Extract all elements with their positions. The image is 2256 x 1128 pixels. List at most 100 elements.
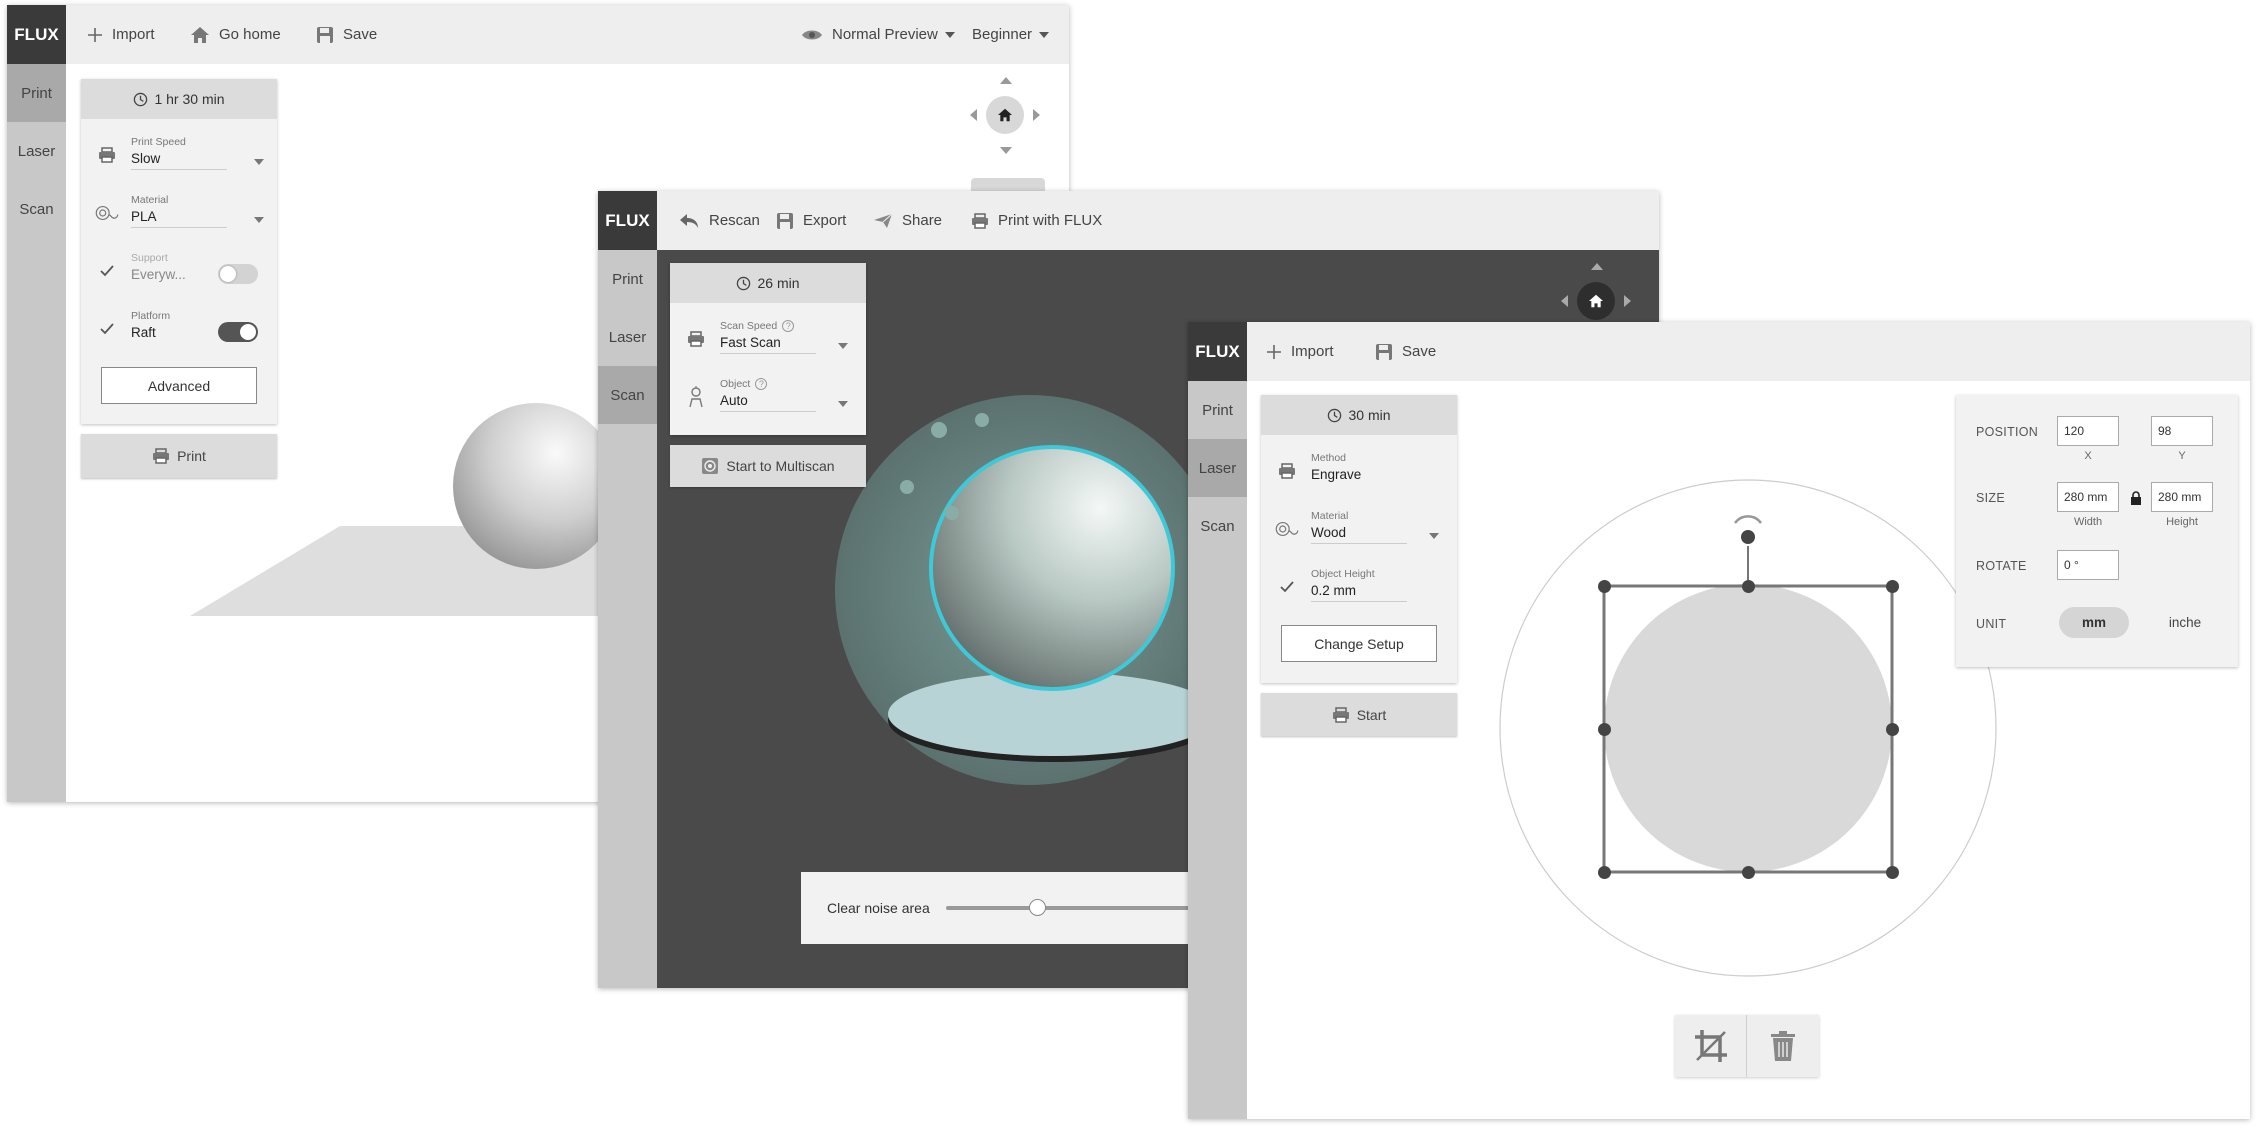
advanced-button[interactable]: Advanced bbox=[101, 367, 257, 404]
sidebar: Print Laser Scan bbox=[598, 250, 657, 988]
delete-button[interactable] bbox=[1747, 1015, 1819, 1077]
chevron-down-icon bbox=[1429, 533, 1439, 539]
arrow-up-icon[interactable] bbox=[1591, 263, 1603, 270]
filament-icon bbox=[95, 201, 119, 225]
resize-handle-w[interactable] bbox=[1597, 722, 1611, 736]
resize-handle-nw[interactable] bbox=[1597, 579, 1611, 593]
arrow-right-icon[interactable] bbox=[1624, 295, 1631, 307]
scan-speed-value: Fast Scan bbox=[720, 335, 816, 354]
save-button[interactable]: Save bbox=[316, 5, 377, 64]
target-icon bbox=[702, 458, 719, 474]
arrow-right-icon[interactable] bbox=[1033, 109, 1040, 121]
undo-arrow-icon bbox=[680, 213, 698, 228]
print-speed-select[interactable]: Print Speed Slow bbox=[81, 129, 277, 187]
import-button[interactable]: Import bbox=[1266, 322, 1334, 381]
object-value: Auto bbox=[720, 393, 816, 412]
noise-slider-handle[interactable] bbox=[1028, 899, 1046, 916]
platform-value: Raft bbox=[131, 325, 156, 340]
object-toolbar bbox=[1675, 1015, 1819, 1077]
object-figure-icon bbox=[684, 385, 708, 409]
arrow-down-icon[interactable] bbox=[1000, 147, 1012, 154]
floppy-icon bbox=[777, 212, 793, 229]
resize-handle-s[interactable] bbox=[1741, 865, 1755, 879]
height-input[interactable]: 280 mm bbox=[2151, 482, 2213, 512]
resize-handle-n[interactable] bbox=[1741, 579, 1755, 593]
sidebar-item-laser[interactable]: Laser bbox=[7, 122, 66, 180]
arrow-left-icon[interactable] bbox=[1561, 295, 1568, 307]
height-label: Height bbox=[2166, 516, 2198, 528]
object-height-field[interactable]: Object Height 0.2 mm bbox=[1261, 561, 1457, 619]
paper-plane-icon bbox=[874, 213, 893, 228]
arrow-up-icon[interactable] bbox=[1000, 77, 1012, 84]
sidebar-item-laser[interactable]: Laser bbox=[598, 308, 657, 366]
material-label: Material bbox=[1311, 510, 1349, 522]
share-button[interactable]: Share bbox=[873, 191, 942, 250]
multiscan-button[interactable]: Start to Multiscan bbox=[670, 445, 866, 487]
sidebar-item-laser[interactable]: Laser bbox=[1188, 439, 1247, 497]
help-icon[interactable]: ? bbox=[782, 320, 795, 332]
rotate-input[interactable]: 0 ° bbox=[2057, 550, 2119, 580]
sidebar-item-scan[interactable]: Scan bbox=[1188, 497, 1247, 555]
resize-handle-sw[interactable] bbox=[1597, 865, 1611, 879]
change-setup-button[interactable]: Change Setup bbox=[1281, 625, 1437, 662]
sidebar-item-print[interactable]: Print bbox=[1188, 381, 1247, 439]
object-select[interactable]: Object? Auto bbox=[670, 371, 866, 429]
save-button[interactable]: Save bbox=[1375, 322, 1436, 381]
support-label: Support bbox=[131, 252, 168, 264]
platform-toggle[interactable] bbox=[218, 322, 258, 342]
scanned-sphere bbox=[932, 448, 1172, 688]
plus-icon bbox=[88, 27, 102, 42]
width-input[interactable]: 280 mm bbox=[2057, 482, 2119, 512]
point-cloud-dot bbox=[975, 413, 989, 427]
unit-inch-button[interactable]: inche bbox=[2149, 607, 2221, 638]
resize-handle-ne[interactable] bbox=[1885, 579, 1899, 593]
export-button[interactable]: Export bbox=[776, 191, 846, 250]
arrow-left-icon[interactable] bbox=[970, 109, 977, 121]
go-home-button[interactable]: Go home bbox=[190, 5, 281, 64]
crop-button[interactable] bbox=[1675, 1015, 1747, 1077]
print-with-flux-label: Print with FLUX bbox=[998, 212, 1103, 229]
sidebar-item-print[interactable]: Print bbox=[598, 250, 657, 308]
rescan-button[interactable]: Rescan bbox=[678, 191, 760, 250]
preview-dropdown[interactable]: Normal Preview bbox=[801, 5, 955, 64]
flux-logo: FLUX bbox=[1188, 322, 1247, 381]
print-with-flux-button[interactable]: Print with FLUX bbox=[971, 191, 1102, 250]
import-label: Import bbox=[112, 26, 155, 43]
time-label: 1 hr 30 min bbox=[154, 91, 225, 107]
import-button[interactable]: Import bbox=[87, 5, 155, 64]
noise-slider-track[interactable] bbox=[946, 906, 1221, 910]
scan-speed-select[interactable]: Scan Speed? Fast Scan bbox=[670, 313, 866, 371]
sidebar: Print Laser Scan bbox=[7, 64, 66, 802]
unit-mm-button[interactable]: mm bbox=[2059, 607, 2129, 638]
toolbar bbox=[1188, 322, 2250, 381]
sidebar-item-scan[interactable]: Scan bbox=[598, 366, 657, 424]
sidebar-item-print[interactable]: Print bbox=[7, 64, 66, 122]
material-select[interactable]: Material PLA bbox=[81, 187, 277, 245]
resize-handle-e[interactable] bbox=[1885, 722, 1899, 736]
check-icon bbox=[1275, 575, 1299, 599]
point-cloud-dot bbox=[945, 506, 959, 520]
method-select[interactable]: Method Engrave bbox=[1261, 445, 1457, 503]
method-value: Engrave bbox=[1311, 467, 1362, 482]
position-x-input[interactable]: 120 bbox=[2057, 416, 2119, 446]
material-select[interactable]: Material Wood bbox=[1261, 503, 1457, 561]
print-button[interactable]: Print bbox=[81, 434, 277, 478]
print-speed-label: Print Speed bbox=[131, 136, 186, 148]
position-y-input[interactable]: 98 bbox=[2151, 416, 2213, 446]
level-dropdown[interactable]: Beginner bbox=[972, 5, 1050, 64]
start-button[interactable]: Start bbox=[1261, 693, 1457, 736]
platform-toggle-row: Platform Raft bbox=[81, 303, 277, 361]
point-cloud-dot bbox=[931, 422, 947, 438]
support-toggle[interactable] bbox=[218, 264, 258, 284]
printer-icon bbox=[153, 448, 170, 464]
resize-handle-se[interactable] bbox=[1885, 865, 1899, 879]
sidebar-item-scan[interactable]: Scan bbox=[7, 180, 66, 238]
home-view-button[interactable] bbox=[986, 96, 1024, 134]
home-view-button[interactable] bbox=[1577, 282, 1615, 320]
rescan-label: Rescan bbox=[709, 212, 760, 229]
lock-icon[interactable] bbox=[2130, 491, 2142, 505]
help-icon[interactable]: ? bbox=[755, 378, 768, 390]
time-estimate: 30 min bbox=[1261, 395, 1457, 435]
laser-settings-panel: 30 min Method Engrave Material Wood Obje… bbox=[1261, 395, 1457, 683]
size-label: SIZE bbox=[1976, 491, 2005, 505]
